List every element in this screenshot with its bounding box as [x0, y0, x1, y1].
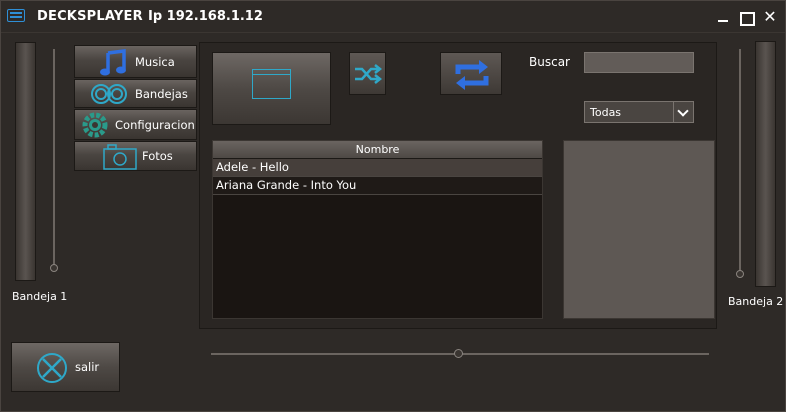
minimize-button[interactable] [715, 9, 731, 25]
nav-bandejas-button[interactable]: Bandejas [74, 79, 197, 108]
tray-1-label: Bandeja 1 [12, 290, 68, 303]
exit-label: salir [75, 360, 100, 374]
tray-2-volume-track[interactable] [739, 49, 741, 274]
nav-fotos-button[interactable]: Fotos [74, 141, 197, 171]
nav-musica-label: Musica [135, 54, 175, 69]
nav-configuracion-button[interactable]: Configuracion [74, 109, 197, 140]
music-note-icon [100, 49, 126, 76]
chevron-down-icon[interactable] [673, 102, 693, 122]
gear-icon [82, 112, 108, 138]
maximize-button[interactable] [738, 9, 755, 26]
folder-icon [252, 69, 291, 99]
close-button[interactable]: ✕ [762, 9, 778, 25]
repeat-button[interactable] [440, 52, 502, 95]
tray-1-volume-track[interactable] [53, 49, 55, 269]
filter-select[interactable]: Todas [584, 101, 694, 123]
repeat-icon [455, 60, 489, 90]
column-header-nombre[interactable]: Nombre [213, 141, 542, 159]
list-item[interactable]: Adele - Hello [213, 159, 542, 177]
nav-fotos-label: Fotos [142, 149, 173, 163]
filter-selected-value: Todas [590, 106, 622, 119]
app-logo-icon [7, 9, 25, 22]
title-bar: DECKSPLAYER Ip 192.168.1.12 ✕ [1, 1, 785, 33]
playback-progress-thumb[interactable] [454, 349, 463, 358]
app-title: DECKSPLAYER [37, 9, 143, 24]
spiral-icon [91, 84, 127, 104]
nav-configuracion-label: Configuracion [115, 117, 195, 132]
search-label: Buscar [529, 55, 570, 69]
camera-icon [103, 144, 137, 170]
exit-cross-icon [37, 353, 67, 383]
list-item[interactable]: Ariana Grande - Into You [213, 177, 542, 195]
tray-1-volume-thumb[interactable] [50, 264, 58, 272]
tray-2-volume-thumb[interactable] [736, 270, 744, 278]
tray-1-bar[interactable] [15, 42, 36, 281]
exit-button[interactable]: salir [11, 342, 120, 392]
shuffle-button[interactable] [349, 52, 386, 95]
shuffle-icon [355, 64, 383, 84]
nav-bandejas-label: Bandejas [135, 86, 188, 101]
app-window: DECKSPLAYER Ip 192.168.1.12 ✕ Bandeja 1 … [0, 0, 786, 412]
song-list[interactable]: Nombre Adele - Hello Ariana Grande - Int… [212, 140, 543, 319]
open-folder-button[interactable] [212, 52, 331, 125]
tray-2-label: Bandeja 2 [728, 295, 784, 308]
nav-musica-button[interactable]: Musica [74, 45, 197, 78]
ip-address-label: Ip 192.168.1.12 [148, 9, 263, 24]
search-input[interactable] [584, 52, 694, 73]
tray-2-bar[interactable] [755, 41, 776, 287]
album-art-preview [563, 140, 715, 319]
